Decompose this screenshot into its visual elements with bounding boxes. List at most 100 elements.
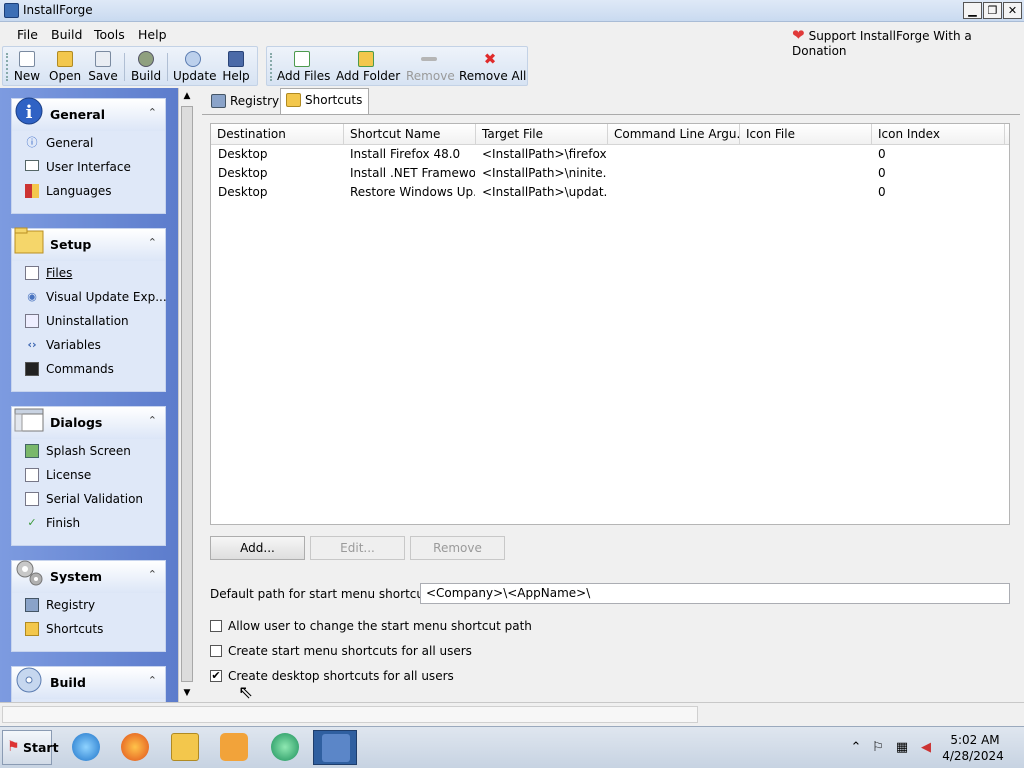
sidebar-item-variables[interactable]: ‹› Variables — [12, 333, 165, 357]
toolbar-separator — [124, 53, 125, 81]
update-icon — [185, 51, 201, 67]
collapse-chevron-icon[interactable]: ⌃ — [148, 106, 157, 119]
windows-flag-icon: ⚑ — [7, 739, 20, 755]
taskbar-explorer[interactable] — [163, 730, 207, 765]
checkbox-box[interactable] — [210, 620, 222, 632]
menu-build[interactable]: Build — [51, 27, 82, 42]
update-label: Update — [173, 69, 217, 83]
minimize-button[interactable]: ▁ — [963, 2, 982, 19]
taskbar-app[interactable] — [263, 730, 307, 765]
flag-icon[interactable]: ⚐ — [870, 740, 886, 756]
sidebar-item-visual-update[interactable]: ◉ Visual Update Exp... — [12, 285, 166, 309]
panel-setup-header[interactable]: Setup ⌃ — [12, 227, 165, 261]
add-shortcut-button[interactable]: Add... — [210, 536, 305, 560]
table-row[interactable]: Desktop Install .NET Framewo... <Install… — [211, 164, 1009, 183]
menu-help[interactable]: Help — [138, 27, 167, 42]
update-button[interactable]: Update — [173, 49, 217, 85]
volume-muted-icon[interactable]: ◀ — [918, 740, 934, 756]
checkmark-icon: ✓ — [27, 516, 37, 529]
open-label: Open — [49, 69, 82, 83]
checkbox-box[interactable]: ✔ — [210, 670, 222, 682]
checkbox-label: Allow user to change the start menu shor… — [228, 619, 532, 633]
checkbox-box[interactable] — [210, 645, 222, 657]
clock-time[interactable]: 5:02 AM — [948, 733, 1002, 747]
panel-system-header[interactable]: System ⌃ — [12, 560, 165, 593]
start-button[interactable]: ⚑ Start — [2, 730, 59, 765]
save-button[interactable]: Save — [88, 49, 118, 85]
donate-link[interactable]: ❤ Support InstallForge With a Donation — [792, 26, 1024, 58]
menu-file[interactable]: File — [17, 27, 38, 42]
sidebar-item-serial-validation[interactable]: Serial Validation — [12, 487, 165, 511]
help-button[interactable]: Help — [221, 49, 251, 85]
menu-tools[interactable]: Tools — [94, 27, 125, 42]
panel-dialogs-header[interactable]: Dialogs ⌃ — [12, 407, 165, 439]
table-row[interactable]: Desktop Install Firefox 48.0 <InstallPat… — [211, 145, 1009, 164]
network-icon[interactable]: ▦ — [894, 740, 910, 756]
collapse-chevron-icon[interactable]: ⌃ — [148, 568, 157, 581]
sidebar-item-shortcuts[interactable]: Shortcuts — [12, 617, 165, 641]
scroll-down-icon[interactable]: ▼ — [179, 685, 195, 701]
sidebar-item-uninstallation[interactable]: Uninstallation — [12, 309, 165, 333]
chevron-up-icon[interactable]: ⌃ — [848, 740, 864, 756]
sidebar-item-license[interactable]: License — [12, 463, 165, 487]
menu-bar: File Build Tools Help ❤ Support InstallFo… — [0, 23, 1024, 58]
panel-general-header[interactable]: i General ⌃ — [12, 97, 165, 131]
open-button[interactable]: Open — [49, 49, 81, 85]
new-button[interactable]: New — [13, 49, 41, 85]
collapse-chevron-icon[interactable]: ⌃ — [148, 414, 157, 427]
sidebar-scrollbar[interactable]: ▲ ▼ — [178, 88, 195, 702]
remove-toolbar-button[interactable]: Remove — [406, 49, 455, 85]
column-header[interactable]: Command Line Argu... — [608, 124, 740, 145]
sidebar-item-splash-screen[interactable]: Splash Screen — [12, 439, 165, 463]
edit-shortcut-button[interactable]: Edit... — [310, 536, 405, 560]
taskbar-media-player[interactable] — [212, 730, 256, 765]
restore-button[interactable]: ❐ — [983, 2, 1002, 19]
column-header[interactable]: Icon File — [740, 124, 872, 145]
collapse-chevron-icon[interactable]: ⌃ — [148, 674, 157, 687]
sidebar-item-commands[interactable]: Commands — [12, 357, 165, 381]
scroll-up-icon[interactable]: ▲ — [179, 88, 195, 104]
taskbar-firefox[interactable] — [113, 730, 157, 765]
close-button[interactable]: ✕ — [1003, 2, 1022, 19]
sidebar-item-files[interactable]: Files — [12, 261, 165, 285]
panel-system: System ⌃ Registry Shortcuts — [11, 560, 166, 652]
column-header[interactable]: Shortcut Name — [344, 124, 476, 145]
sidebar-item-languages[interactable]: Languages — [12, 179, 165, 203]
start-menu-path-input[interactable]: <Company>\<AppName>\ — [420, 583, 1010, 604]
tab-registry-label: Registry — [230, 94, 280, 108]
table-row[interactable]: Desktop Restore Windows Up... <InstallPa… — [211, 183, 1009, 202]
remove-shortcut-button[interactable]: Remove — [410, 536, 505, 560]
sidebar-item-general[interactable]: ⓘ General — [12, 131, 165, 155]
registry-icon — [25, 598, 39, 612]
column-header[interactable]: Destination — [211, 124, 344, 145]
tab-registry[interactable]: Registry — [206, 90, 285, 114]
panel-setup: Setup ⌃ Files ◉ Visual Update Exp... Unin… — [11, 227, 167, 392]
registry-icon — [211, 94, 226, 108]
add-files-button[interactable]: Add Files — [277, 49, 330, 85]
clock-date[interactable]: 4/28/2024 — [942, 749, 1004, 763]
shortcuts-table[interactable]: Destination Shortcut Name Target File Co… — [210, 123, 1010, 525]
taskbar-internet-explorer[interactable] — [64, 730, 108, 765]
folder-icon — [171, 733, 199, 761]
sidebar-item-user-interface[interactable]: User Interface — [12, 155, 165, 179]
sidebar-item-registry[interactable]: Registry — [12, 593, 165, 617]
taskbar-installforge[interactable] — [313, 730, 357, 765]
scroll-thumb[interactable] — [181, 106, 193, 682]
toolbar-grip[interactable] — [270, 53, 273, 81]
table-cell: Desktop — [218, 166, 268, 180]
collapse-chevron-icon[interactable]: ⌃ — [148, 236, 157, 249]
remove-all-button[interactable]: ✖ Remove All — [459, 49, 526, 85]
toolbar-separator — [167, 53, 168, 81]
column-header[interactable]: Target File — [476, 124, 608, 145]
add-folder-button[interactable]: Add Folder — [336, 49, 400, 85]
toolbar-grip[interactable] — [6, 53, 9, 81]
status-bar — [0, 702, 1024, 726]
table-cell: <InstallPath>\ninite.... — [482, 166, 607, 180]
panel-build-header[interactable]: Build ⌃ — [12, 667, 165, 699]
taskbar: ⚑ Start ⌃ ⚐ ▦ ◀ 5:02 AM 4/28/2024 — [0, 726, 1024, 768]
tab-shortcuts[interactable]: Shortcuts — [280, 88, 370, 114]
file-icon — [25, 266, 39, 280]
build-button[interactable]: Build — [130, 49, 162, 85]
column-header[interactable]: Icon Index — [872, 124, 1005, 145]
sidebar-item-finish[interactable]: ✓ Finish — [12, 511, 165, 535]
